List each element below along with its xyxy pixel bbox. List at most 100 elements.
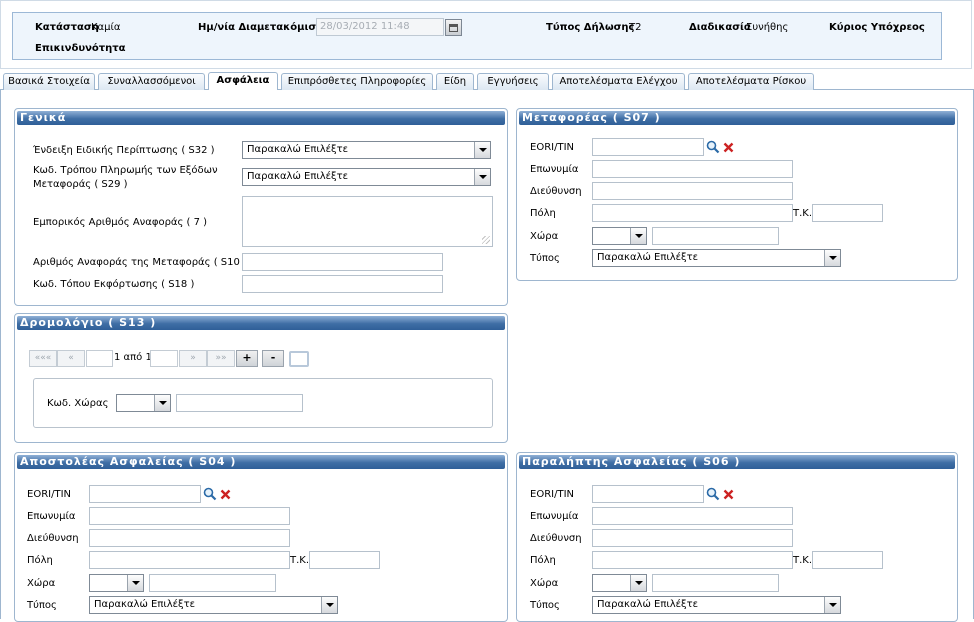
consignee-address-label: Διεύθυνση	[530, 533, 582, 544]
clear-icon[interactable]	[723, 142, 734, 153]
procedure-value: Συνήθης	[746, 22, 789, 33]
tab-control-results[interactable]: Αποτελέσματα Ελέγχου	[552, 73, 685, 90]
carrier-name-input[interactable]	[592, 160, 793, 178]
chevron-down-icon	[630, 228, 646, 244]
consignee-type-selected: Παρακαλώ Επιλέξτε	[597, 599, 699, 610]
consignee-eori-label: EORI/TIN	[530, 489, 574, 500]
consignor-city-input[interactable]	[89, 551, 290, 569]
declaration-header: Κατάσταση Καμία Επικινδυνότητα Ημ/νία Δι…	[0, 0, 972, 69]
search-icon[interactable]	[706, 487, 720, 501]
pager-next-button[interactable]: »	[179, 350, 207, 367]
consignor-country-select[interactable]	[89, 574, 144, 592]
country-code-description[interactable]	[176, 394, 303, 412]
status-value: Καμία	[91, 22, 121, 33]
carrier-eori-input[interactable]	[592, 138, 704, 156]
special-case-selected: Παρακαλώ Επιλέξτε	[247, 144, 349, 155]
resize-grip-icon[interactable]	[482, 236, 490, 244]
unloading-place-label: Κωδ. Τόπου Εκφόρτωσης ( S18 )	[33, 279, 195, 290]
consignee-country-label: Χώρα	[530, 578, 559, 589]
carrier-address-input[interactable]	[592, 182, 793, 200]
chevron-down-icon	[630, 575, 646, 591]
consignor-type-select[interactable]: Παρακαλώ Επιλέξτε	[89, 596, 338, 614]
consignor-name-label: Επωνυμία	[27, 511, 76, 522]
consignee-address-input[interactable]	[592, 529, 793, 547]
consignee-name-input[interactable]	[592, 507, 793, 525]
consignor-panel-title: Αποστολέας Ασφαλείας ( S04 )	[17, 455, 505, 469]
consignor-eori-input[interactable]	[89, 485, 201, 503]
pager-last-button[interactable]: »»	[207, 350, 235, 367]
procedure-label: Διαδικασία	[689, 22, 751, 33]
consignor-type-label: Τύπος	[27, 600, 57, 611]
transport-ref-label: Αριθμός Αναφοράς της Μεταφοράς ( S10 )	[33, 257, 247, 268]
consignor-address-label: Διεύθυνση	[27, 533, 79, 544]
country-code-select[interactable]	[116, 394, 171, 412]
carrier-city-label: Πόλη	[530, 208, 556, 219]
chevron-down-icon	[824, 250, 840, 266]
chevron-down-icon	[474, 142, 490, 158]
chevron-down-icon	[824, 597, 840, 613]
carrier-type-selected: Παρακαλώ Επιλέξτε	[597, 252, 699, 263]
consignee-panel-title: Παραλήπτης Ασφαλείας ( S06 )	[519, 455, 955, 469]
carrier-country-label: Χώρα	[530, 231, 559, 242]
tab-guarantees[interactable]: Εγγυήσεις	[477, 73, 549, 90]
tab-basic-info[interactable]: Βασικά Στοιχεία	[3, 73, 95, 90]
clear-icon[interactable]	[723, 489, 734, 500]
consignor-country-description[interactable]	[149, 574, 276, 592]
search-icon[interactable]	[203, 487, 217, 501]
commercial-ref-textarea[interactable]	[242, 196, 493, 247]
pager-prev-button[interactable]: «	[57, 350, 85, 367]
consignee-city-label: Πόλη	[530, 555, 556, 566]
carrier-panel-title: Μεταφορέας ( S07 )	[519, 111, 955, 125]
decl-type-label: Τύπος Δήλωσης	[546, 22, 635, 33]
tab-security[interactable]: Ασφάλεια	[208, 72, 278, 90]
tab-additional-info[interactable]: Επιπρόσθετες Πληροφορίες	[281, 73, 433, 90]
consignee-type-label: Τύπος	[530, 600, 560, 611]
remove-row-button[interactable]: -	[262, 350, 284, 367]
pager-page-input[interactable]	[86, 350, 113, 367]
consignor-name-input[interactable]	[89, 507, 290, 525]
consignee-country-select[interactable]	[592, 574, 647, 592]
special-case-label: Ένδειξη Ειδικής Περίπτωσης ( S32 )	[33, 145, 215, 156]
carrier-eori-label: EORI/TIN	[530, 142, 574, 153]
consignee-name-label: Επωνυμία	[530, 511, 579, 522]
transport-ref-input[interactable]	[242, 253, 443, 271]
carrier-address-label: Διεύθυνση	[530, 186, 582, 197]
datetime-label: Ημ/νία Διαμετακόμισης	[198, 22, 330, 33]
header-summary-box: Κατάσταση Καμία Επικινδυνότητα Ημ/νία Δι…	[12, 12, 942, 60]
payment-method-select[interactable]: Παρακαλώ Επιλέξτε	[242, 168, 491, 186]
search-icon[interactable]	[706, 140, 720, 154]
pager-first-button[interactable]: «««	[29, 350, 57, 367]
datetime-field[interactable]: 28/03/2012 11:48	[316, 18, 444, 36]
carrier-city-input[interactable]	[592, 204, 793, 222]
row-toggle-icon[interactable]	[289, 351, 309, 367]
unloading-place-input[interactable]	[242, 275, 443, 293]
decl-type-value: T2	[629, 22, 642, 33]
consignor-eori-label: EORI/TIN	[27, 489, 71, 500]
carrier-country-select[interactable]	[592, 227, 647, 245]
commercial-ref-label: Εμπορικός Αριθμός Αναφοράς ( 7 )	[33, 217, 208, 228]
consignee-city-input[interactable]	[592, 551, 793, 569]
consignee-eori-input[interactable]	[592, 485, 704, 503]
consignee-country-description[interactable]	[652, 574, 779, 592]
payment-method-selected: Παρακαλώ Επιλέξτε	[247, 171, 349, 182]
consignee-postal-input[interactable]	[812, 551, 883, 569]
payment-method-label-line1: Κωδ. Τρόπου Πληρωμής των Εξόδων	[33, 165, 218, 176]
status-label: Κατάσταση	[35, 22, 99, 33]
consignor-postal-input[interactable]	[309, 551, 380, 569]
consignee-type-select[interactable]: Παρακαλώ Επιλέξτε	[592, 596, 841, 614]
calendar-icon[interactable]	[445, 19, 462, 36]
consignor-address-input[interactable]	[89, 529, 290, 547]
consignee-postal-label: Τ.Κ.	[793, 555, 813, 566]
carrier-postal-input[interactable]	[812, 204, 883, 222]
tab-items[interactable]: Είδη	[436, 73, 474, 90]
special-case-select[interactable]: Παρακαλώ Επιλέξτε	[242, 141, 491, 159]
consignor-postal-label: Τ.Κ.	[290, 555, 310, 566]
carrier-type-select[interactable]: Παρακαλώ Επιλέξτε	[592, 249, 841, 267]
general-panel-title: Γενικά	[17, 111, 505, 125]
tab-risk-results[interactable]: Αποτελέσματα Ρίσκου	[688, 73, 814, 90]
carrier-country-description[interactable]	[652, 227, 779, 245]
clear-icon[interactable]	[220, 489, 231, 500]
add-row-button[interactable]: +	[236, 350, 258, 367]
tab-parties[interactable]: Συναλλασσόμενοι	[98, 73, 205, 90]
consignor-type-selected: Παρακαλώ Επιλέξτε	[94, 599, 196, 610]
